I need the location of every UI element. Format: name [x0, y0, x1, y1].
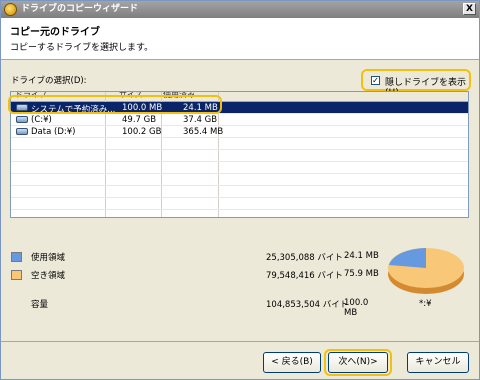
drive-select-label: ドライブの選択(D):: [11, 76, 87, 86]
used-space-bytes: 25,305,088 バイト: [266, 253, 343, 263]
title-bar: ドライブのコピーウィザード X: [1, 1, 479, 18]
page-subtitle: コピーするドライブを選択します。: [10, 43, 154, 53]
empty-row: [11, 138, 468, 150]
drive-size: 100.2 GB: [122, 127, 162, 137]
back-button[interactable]: < 戻る(B): [263, 352, 321, 373]
window-title: ドライブのコピーウィザード: [21, 4, 139, 14]
free-space-bytes: 79,548,416 バイト: [266, 271, 343, 281]
capacity-bytes: 104,853,504 バイト: [266, 300, 349, 310]
free-space-size: 75.9 MB: [344, 269, 379, 279]
drive-size: 49.7 GB: [122, 115, 157, 125]
free-space-label: 空き領域: [31, 271, 66, 281]
capacity-row: 容量 104,853,504 バイト 100.0 MB: [11, 298, 381, 318]
empty-row: [11, 162, 468, 174]
close-button[interactable]: X: [463, 3, 476, 15]
selection-highlight: [8, 95, 222, 114]
usage-pie-chart: [388, 248, 464, 294]
show-hidden-drives-option[interactable]: ✓ 隠しドライブを表示(H): [361, 69, 471, 98]
next-button[interactable]: 次へ(N)>: [328, 352, 388, 373]
drive-icon: [16, 128, 28, 135]
drive-used: 365.4 MB: [183, 127, 224, 137]
used-space-row: 使用領域 25,305,088 バイト 24.1 MB: [11, 251, 381, 263]
cancel-button[interactable]: キャンセル: [407, 352, 469, 373]
empty-row: [11, 150, 468, 162]
drive-used: 37.4 GB: [183, 115, 218, 125]
table-row[interactable]: Data (D:¥) 100.2 GB 365.4 MB: [11, 126, 468, 138]
drive-icon: [16, 116, 28, 123]
free-space-row: 空き領域 79,548,416 バイト 75.9 MB: [11, 269, 381, 281]
page-title: コピー元のドライブ: [10, 27, 100, 38]
drive-name: (C:¥): [31, 115, 52, 125]
capacity-size: 100.0 MB: [344, 298, 369, 318]
empty-row: [11, 198, 468, 210]
used-space-swatch: [11, 252, 22, 262]
wizard-footer: < 戻る(B) 次へ(N)> キャンセル: [1, 341, 479, 379]
free-space-swatch: [11, 270, 22, 280]
app-icon: [4, 3, 17, 16]
capacity-label: 容量: [31, 300, 49, 310]
wizard-header: コピー元のドライブ コピーするドライブを選択します。: [1, 18, 479, 60]
empty-row: [11, 174, 468, 186]
show-hidden-checkbox[interactable]: ✓: [371, 76, 380, 85]
table-row[interactable]: (C:¥) 49.7 GB 37.4 GB: [11, 114, 468, 126]
pie-used-slice: [389, 248, 426, 268]
used-space-size: 24.1 MB: [344, 251, 379, 261]
drive-name: Data (D:¥): [31, 127, 76, 137]
empty-row: [11, 186, 468, 198]
wizard-window: ドライブのコピーウィザード X コピー元のドライブ コピーするドライブを選択しま…: [0, 0, 480, 380]
used-space-label: 使用領域: [31, 253, 66, 263]
drive-letter-label: *:¥: [419, 299, 432, 309]
